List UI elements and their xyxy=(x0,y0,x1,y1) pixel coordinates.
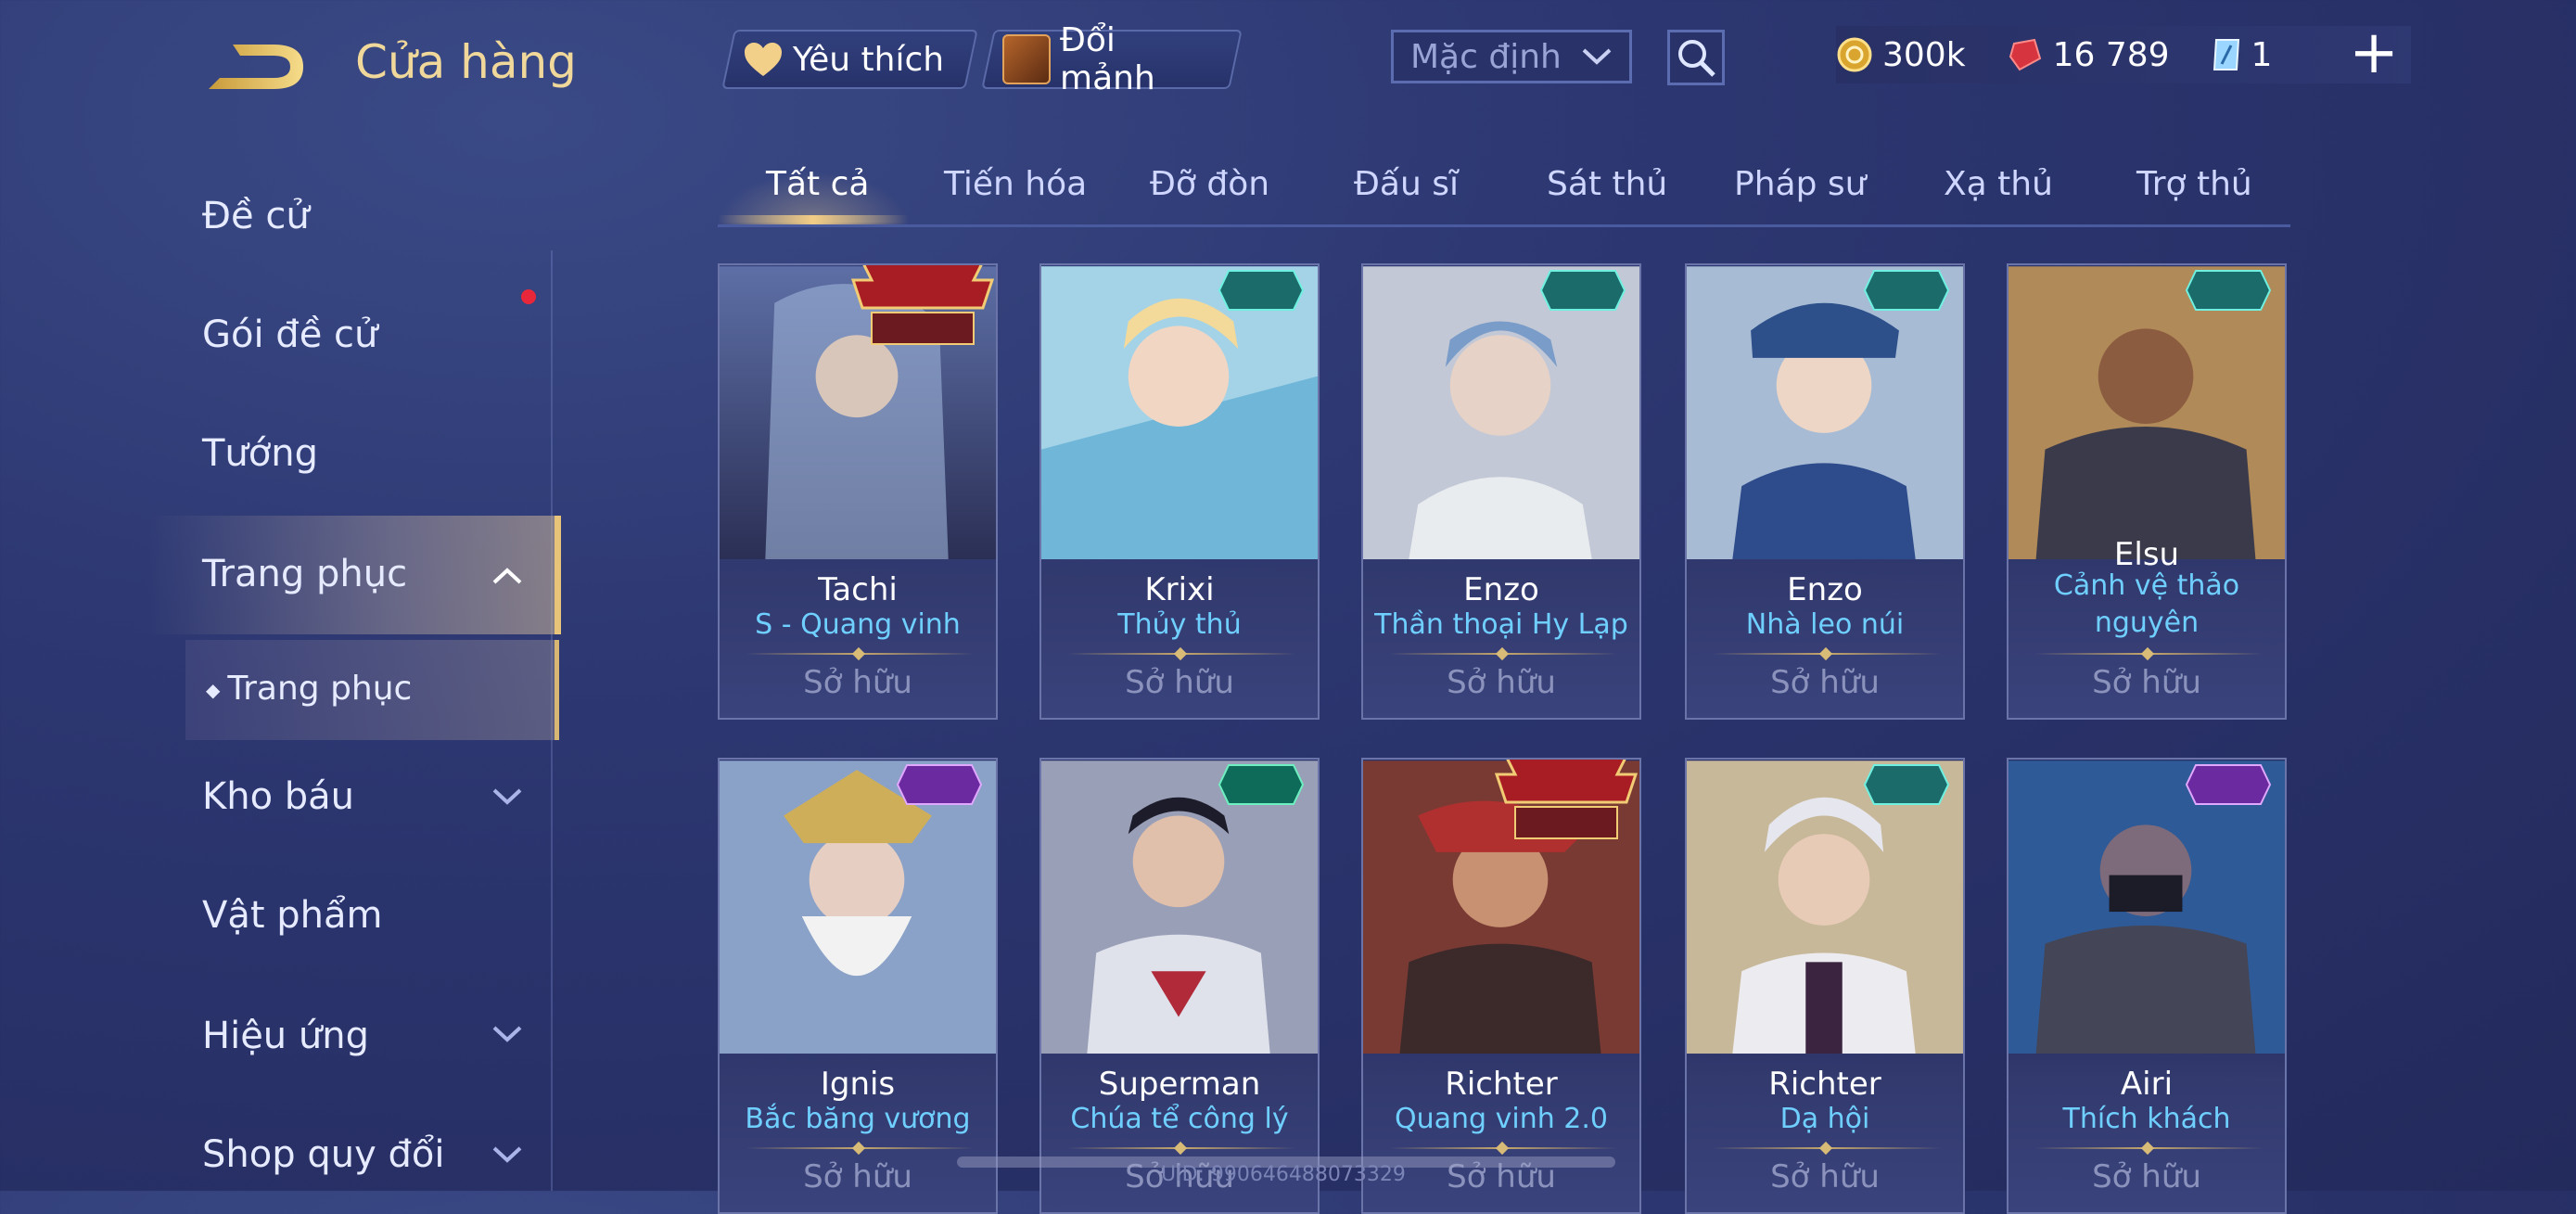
search-icon xyxy=(1678,40,1715,77)
favorites-label: Yêu thích xyxy=(793,40,945,79)
skin-card[interactable]: Ignis Bắc băng vương Sở hữu xyxy=(718,758,998,1214)
back-button[interactable] xyxy=(199,35,311,100)
blue-ticket-icon xyxy=(2213,39,2239,70)
skin-name: Thủy thủ xyxy=(1117,608,1242,641)
skin-card[interactable]: Superman Chúa tể công lý Sở hữu xyxy=(1039,758,1320,1214)
chevron-up-icon[interactable] xyxy=(491,566,523,586)
sort-value: Mặc định xyxy=(1410,37,1562,76)
owned-status: Sở hữu xyxy=(1770,1158,1880,1195)
hero-name: Tachi xyxy=(818,571,898,608)
ticket-value: 1 xyxy=(2251,35,2273,74)
page-title: Cửa hàng xyxy=(355,35,577,89)
sidebar-item-recommended[interactable]: Đề cử xyxy=(202,195,310,237)
skin-card[interactable]: Enzo Thần thoại Hy Lạp Sở hữu xyxy=(1361,263,1641,720)
skin-name: Thần thoại Hy Lạp xyxy=(1374,608,1628,641)
season-rank-badge-icon xyxy=(850,265,995,345)
tab-active-underline xyxy=(718,215,909,224)
hero-name: Krixi xyxy=(1144,571,1215,608)
sidebar-item-treasure[interactable]: Kho báu xyxy=(202,775,354,818)
tab-fighter[interactable]: Đấu sĩ xyxy=(1354,165,1459,203)
chevron-down-icon[interactable] xyxy=(491,786,523,807)
sidebar-subitem-skins[interactable]: ◆ Trang phục xyxy=(206,670,412,708)
skin-name: Bắc băng vương xyxy=(745,1103,971,1135)
favorites-button[interactable]: Yêu thích xyxy=(721,30,978,89)
back-arrow-icon xyxy=(209,45,303,89)
skin-card[interactable]: Krixi Thủy thủ Sở hữu xyxy=(1039,263,1320,720)
diamond-bullet-icon: ◆ xyxy=(206,679,221,701)
gold-balance: 300k xyxy=(1836,36,1966,74)
skin-name: Cảnh vệ thảo nguyên xyxy=(2053,569,2240,639)
rarity-badge-icon xyxy=(1863,270,1950,311)
owned-status: Sở hữu xyxy=(1770,664,1880,701)
rarity-badge-icon xyxy=(1218,270,1305,311)
currency-bar: 300k 16 789 1 xyxy=(1836,26,2411,83)
owned-status: Sở hữu xyxy=(803,664,912,701)
user-id-label: UID: 990646488073329 xyxy=(1161,1163,1406,1186)
tab-assassin[interactable]: Sát thủ xyxy=(1547,165,1667,203)
skin-card[interactable]: Enzo Nhà leo núi Sở hữu xyxy=(1685,263,1965,720)
rarity-badge-icon xyxy=(1863,764,1950,805)
notification-dot xyxy=(521,289,536,304)
treasure-chest-icon xyxy=(1002,34,1052,84)
ticket-balance: 1 xyxy=(2211,35,2273,74)
skin-card[interactable]: Richter Quang vinh 2.0 Sở hữu xyxy=(1361,758,1641,1214)
rarity-badge-icon xyxy=(2185,270,2272,311)
owned-status: Sở hữu xyxy=(1125,664,1234,701)
sidebar-item-items[interactable]: Vật phẩm xyxy=(202,894,383,937)
gold-coin-icon xyxy=(1837,37,1872,72)
search-button[interactable] xyxy=(1667,30,1725,85)
skin-name: Dạ hội xyxy=(1779,1103,1870,1135)
chevron-down-icon xyxy=(1582,48,1612,65)
hero-name: Richter xyxy=(1768,1066,1881,1103)
hero-name: Richter xyxy=(1445,1066,1558,1103)
skin-card[interactable]: Tachi S - Quang vinh Sở hữu xyxy=(718,263,998,720)
skin-name: Quang vinh 2.0 xyxy=(1395,1103,1608,1135)
heart-icon xyxy=(745,43,782,76)
sidebar-item-heroes[interactable]: Tướng xyxy=(202,432,318,475)
skin-card[interactable]: Airi Thích khách Sở hữu xyxy=(2007,758,2287,1214)
skin-name: Chúa tể công lý xyxy=(1070,1103,1289,1135)
hero-name: Superman xyxy=(1098,1066,1261,1103)
fragment-exchange-label: Đổi mảnh xyxy=(1060,21,1155,97)
add-currency-button[interactable]: + xyxy=(2346,20,2402,85)
skin-card[interactable]: Richter Dạ hội Sở hữu xyxy=(1685,758,1965,1214)
tab-support[interactable]: Trợ thủ xyxy=(2136,165,2252,203)
owned-status: Sở hữu xyxy=(2092,664,2201,701)
rarity-badge-icon xyxy=(896,764,983,805)
owned-status: Sở hữu xyxy=(2092,1158,2201,1195)
sort-dropdown[interactable]: Mặc định xyxy=(1391,30,1632,83)
tab-evolution[interactable]: Tiến hóa xyxy=(944,165,1087,203)
owned-status: Sở hữu xyxy=(1447,664,1556,701)
owned-status: Sở hữu xyxy=(803,1158,912,1195)
hero-name: Ignis xyxy=(820,1066,896,1103)
hero-name: Enzo xyxy=(1787,571,1863,608)
gold-value: 300k xyxy=(1882,35,1966,74)
chevron-down-icon[interactable] xyxy=(491,1144,523,1165)
skin-name: S - Quang vinh xyxy=(755,608,961,641)
sidebar-item-effects[interactable]: Hiệu ứng xyxy=(202,1015,369,1057)
sidebar-item-recommended-packs[interactable]: Gói đề cử xyxy=(202,313,377,356)
hero-name: Airi xyxy=(2120,1066,2174,1103)
tab-marksman[interactable]: Xạ thủ xyxy=(1944,165,2053,203)
red-voucher-icon xyxy=(2009,38,2041,71)
voucher-balance: 16 789 xyxy=(2007,36,2170,74)
sidebar-item-exchange-shop[interactable]: Shop quy đổi xyxy=(202,1133,444,1176)
skin-name: Nhà leo núi xyxy=(1745,608,1905,641)
voucher-value: 16 789 xyxy=(2052,35,2170,74)
rarity-badge-icon xyxy=(2185,764,2272,805)
sidebar-item-skins[interactable]: Trang phục xyxy=(202,553,407,595)
tab-all[interactable]: Tất cả xyxy=(766,165,869,203)
rarity-badge-icon xyxy=(1218,764,1305,805)
tab-tank[interactable]: Đỡ đòn xyxy=(1150,165,1269,203)
tab-mage[interactable]: Pháp sư xyxy=(1734,165,1866,203)
chevron-down-icon[interactable] xyxy=(491,1024,523,1044)
season-rank-badge-icon xyxy=(1494,760,1639,839)
fragment-exchange-button[interactable]: Đổi mảnh xyxy=(981,21,1243,97)
skin-card[interactable]: Elsu Cảnh vệ thảo nguyên Sở hữu xyxy=(2007,263,2287,720)
skin-name: Thích khách xyxy=(2062,1103,2231,1135)
sidebar-subitem-skins-label: Trang phục xyxy=(227,670,413,708)
rarity-badge-icon xyxy=(1539,270,1626,311)
hero-name: Enzo xyxy=(1463,571,1539,608)
